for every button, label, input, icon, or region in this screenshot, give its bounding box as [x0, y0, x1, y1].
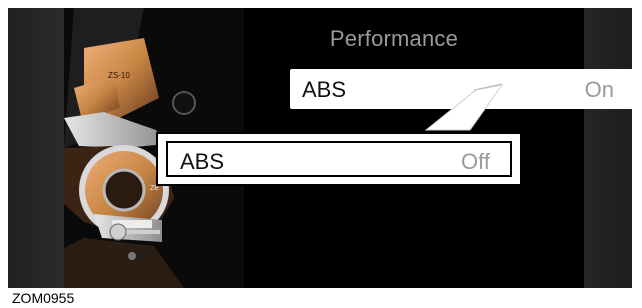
callout-box: ABS Off — [156, 132, 522, 186]
abs-callout-row[interactable]: ABS Off — [166, 141, 512, 177]
page-title: Performance — [329, 26, 459, 51]
left-bezel — [8, 8, 64, 288]
abs-setting-label: ABS — [302, 77, 347, 102]
right-bezel — [584, 8, 632, 288]
abs-setting-value: On — [584, 77, 614, 102]
abs-callout-value: Off — [461, 149, 490, 174]
abs-callout-label: ABS — [180, 149, 225, 174]
figure-code: ZOM0955 — [10, 290, 77, 306]
abs-setting-row[interactable]: ABS On — [290, 69, 632, 109]
